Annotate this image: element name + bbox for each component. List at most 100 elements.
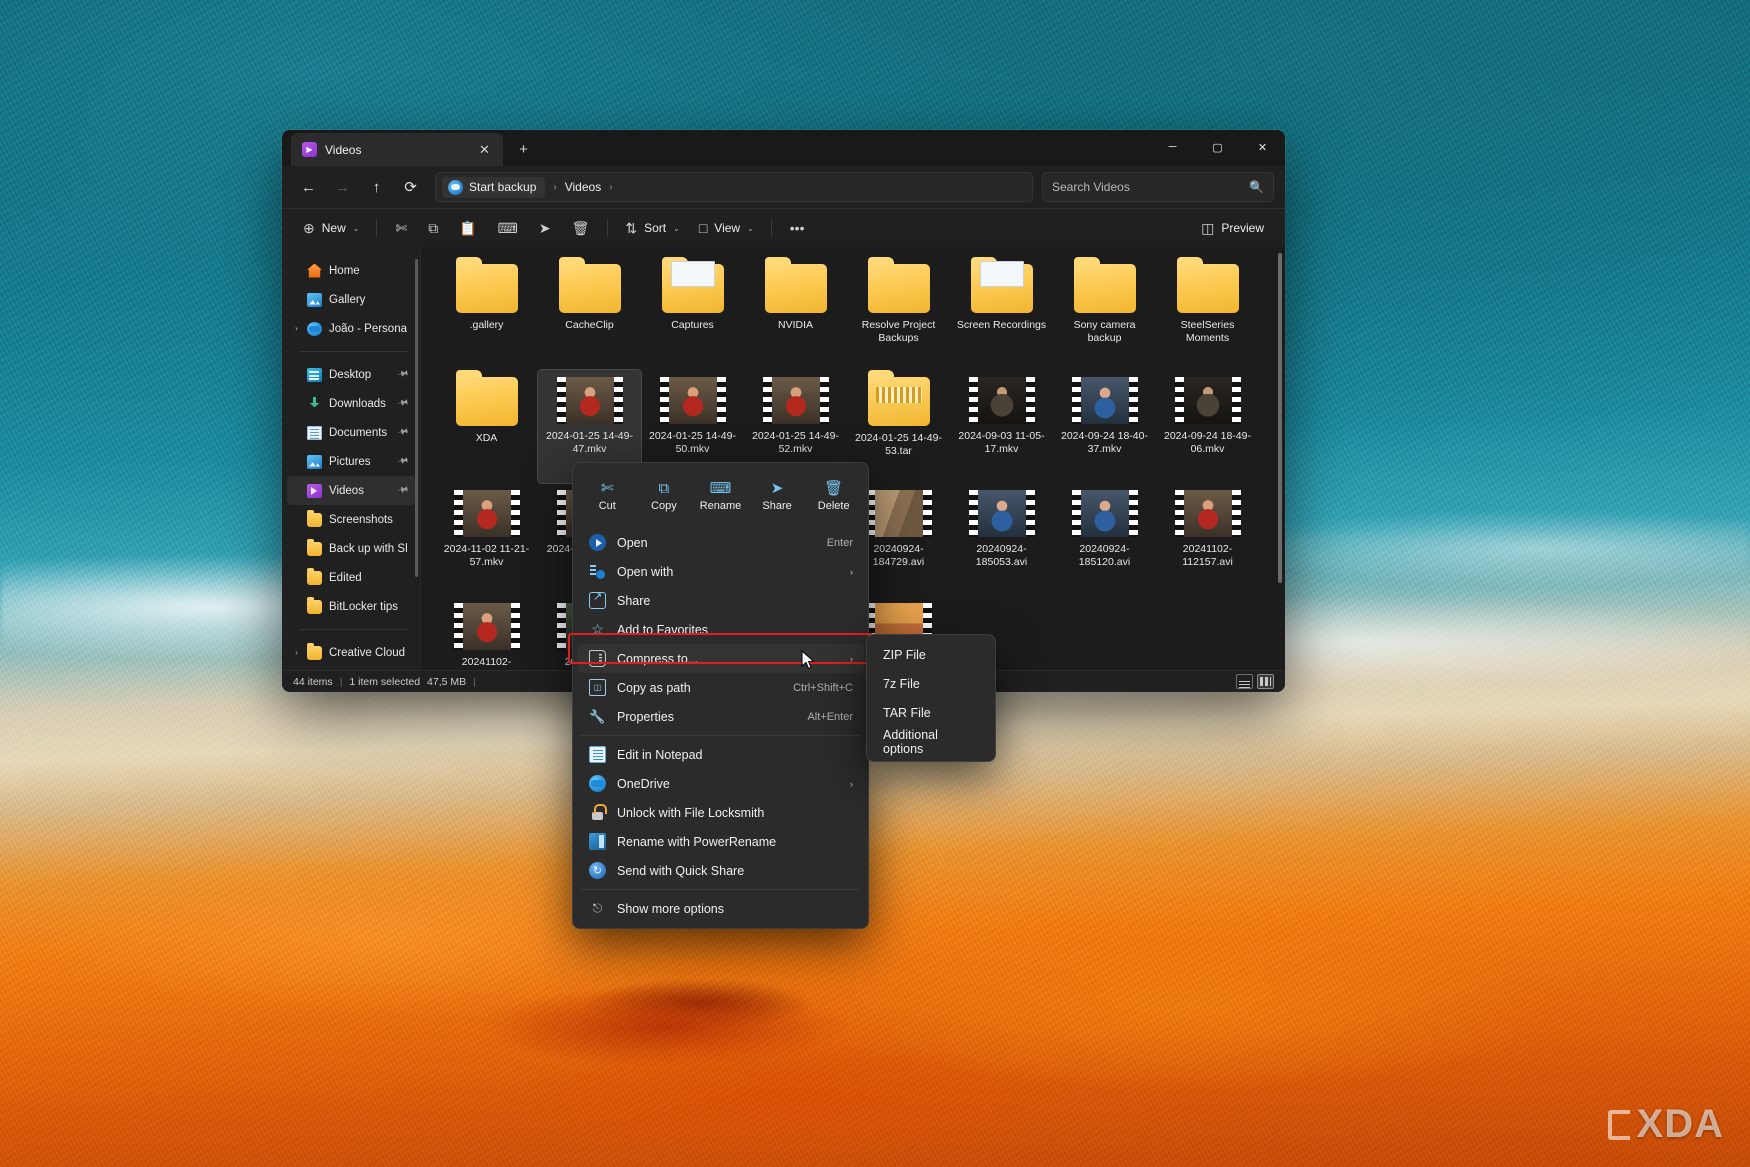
folder-icon bbox=[764, 257, 827, 313]
file-item[interactable]: CacheClip bbox=[538, 257, 641, 370]
file-item[interactable]: 2024-09-03 11-05-17.mkv bbox=[950, 370, 1053, 483]
sidebar-item-creative-cloud-i[interactable]: › Creative Cloud I bbox=[287, 638, 415, 667]
breadcrumb-item-start-backup[interactable]: Start backup bbox=[442, 176, 546, 198]
file-item[interactable]: 2024-09-24 18-40-37.mkv bbox=[1053, 370, 1156, 483]
sidebar-item-home[interactable]: Home bbox=[287, 256, 415, 285]
status-selection: 1 item selected bbox=[349, 675, 421, 688]
tab-videos[interactable]: ▶ Videos ✕ bbox=[291, 133, 503, 166]
chevron-right-icon[interactable]: › bbox=[291, 648, 302, 657]
share-icon: ➤ bbox=[538, 220, 551, 236]
new-tab-button[interactable]: + bbox=[511, 137, 536, 162]
context-menu-item-label: Share bbox=[617, 593, 651, 608]
context-menu-item-edit-in-notepad[interactable]: Edit in Notepad bbox=[577, 740, 864, 769]
file-item[interactable]: 2024-09-24 18-49-06.mkv bbox=[1156, 370, 1259, 483]
refresh-button[interactable]: ⟳ bbox=[395, 172, 426, 203]
context-menu-item-show-more-options[interactable]: ⎋ Show more options bbox=[577, 894, 864, 923]
context-copy-button[interactable]: ⧉ Copy bbox=[637, 472, 692, 521]
file-item[interactable]: Sony camera backup bbox=[1053, 257, 1156, 370]
context-menu-item-send-with-quick-share[interactable]: Send with Quick Share bbox=[577, 856, 864, 885]
submenu-item-additional-options[interactable]: Additional options bbox=[871, 727, 991, 756]
wrench-icon: 🔧 bbox=[589, 708, 606, 724]
sidebar-item-desktop[interactable]: Desktop 🖈 bbox=[287, 360, 415, 389]
context-menu-item-label: Add to Favorites bbox=[617, 622, 709, 637]
sidebar-item-documents[interactable]: Documents 🖈 bbox=[287, 418, 415, 447]
context-menu-item-open-with[interactable]: Open with › bbox=[577, 557, 864, 586]
details-view-toggle[interactable] bbox=[1236, 674, 1253, 689]
context-menu-item-add-to-favorites[interactable]: ☆ Add to Favorites bbox=[577, 615, 864, 644]
context-delete-button[interactable]: 🗑 Delete bbox=[806, 472, 861, 521]
submenu-item-zip-file[interactable]: ZIP File bbox=[871, 640, 991, 669]
file-item[interactable]: 20240924-185053.avi bbox=[950, 483, 1053, 596]
context-cut-button[interactable]: ✄ Cut bbox=[580, 472, 635, 521]
sidebar-item-label: Desktop bbox=[329, 368, 372, 381]
context-menu-item-compress-to[interactable]: Compress to... › bbox=[577, 644, 864, 673]
file-item[interactable]: .gallery bbox=[435, 257, 538, 370]
video-thumbnail bbox=[968, 490, 1035, 537]
share-button[interactable]: ➤ bbox=[529, 214, 561, 243]
video-thumbnail bbox=[1174, 377, 1241, 424]
file-item[interactable]: Screen Recordings bbox=[950, 257, 1053, 370]
more-options-button[interactable]: ••• bbox=[780, 214, 815, 243]
new-button[interactable]: ⊕ New ⌄ bbox=[294, 214, 368, 243]
context-menu-item-properties[interactable]: 🔧 Properties Alt+Enter bbox=[577, 702, 864, 731]
preview-button[interactable]: ◫ Preview bbox=[1192, 214, 1273, 243]
chevron-down-icon: ⌄ bbox=[352, 223, 360, 233]
sidebar-item-gallery[interactable]: Gallery bbox=[287, 285, 415, 314]
breadcrumb-item-videos[interactable]: Videos bbox=[565, 180, 601, 194]
file-item[interactable]: Resolve Project Backups bbox=[847, 257, 950, 370]
delete-button[interactable]: 🗑 bbox=[562, 214, 600, 243]
pin-icon: 🖈 bbox=[396, 424, 410, 439]
breadcrumb[interactable]: Start backup › Videos › bbox=[435, 172, 1033, 202]
chevron-right-icon[interactable]: › bbox=[291, 324, 302, 333]
context-menu-item-unlock-with-file-locksmith[interactable]: Unlock with File Locksmith bbox=[577, 798, 864, 827]
sidebar-scrollbar[interactable] bbox=[415, 259, 418, 577]
context-menu-item-copy-as-path[interactable]: ◫ Copy as path Ctrl+Shift+C bbox=[577, 673, 864, 702]
status-item-count: 44 items bbox=[293, 675, 333, 688]
sort-arrows-icon: ⇅ bbox=[625, 220, 638, 236]
back-button[interactable]: ← bbox=[293, 172, 324, 203]
context-share-button[interactable]: ➤ Share bbox=[750, 472, 805, 521]
up-button[interactable]: ↑ bbox=[361, 172, 392, 203]
copy-button[interactable]: ⧉ bbox=[418, 214, 448, 243]
sort-button[interactable]: ⇅ Sort ⌄ bbox=[616, 214, 688, 243]
context-menu-item-share[interactable]: Share bbox=[577, 586, 864, 615]
folder-icon bbox=[307, 567, 322, 585]
minimize-button[interactable]: ─ bbox=[1150, 130, 1195, 164]
sidebar-item-back-up-with-sh[interactable]: Back up with Sh bbox=[287, 534, 415, 563]
context-menu: ✄ Cut ⧉ Copy ⌨ Rename ➤ Share 🗑 Delete Open Enter O… bbox=[572, 462, 869, 929]
file-item[interactable]: 20240924-185120.avi bbox=[1053, 483, 1156, 596]
search-input[interactable]: Search Videos 🔍 bbox=[1042, 172, 1274, 202]
sidebar-item-videos[interactable]: Videos 🖈 bbox=[287, 476, 415, 505]
sidebar-item-jo-o-personal[interactable]: › João - Personal bbox=[287, 314, 415, 343]
file-item[interactable]: 2024-11-02 11-21-57.mkv bbox=[435, 483, 538, 596]
file-item[interactable]: 20241102-112157.avi bbox=[1156, 483, 1259, 596]
file-item[interactable]: SteelSeries Moments bbox=[1156, 257, 1259, 370]
file-item[interactable]: XDA bbox=[435, 370, 538, 483]
forward-button[interactable]: → bbox=[327, 172, 358, 203]
context-menu-item-rename-with-powerrename[interactable]: Rename with PowerRename bbox=[577, 827, 864, 856]
sidebar-item-edited[interactable]: Edited bbox=[287, 563, 415, 592]
thumbnail-view-toggle[interactable] bbox=[1257, 674, 1274, 689]
sidebar-item-pictures[interactable]: Pictures 🖈 bbox=[287, 447, 415, 476]
view-button[interactable]: □ View ⌄ bbox=[690, 214, 763, 243]
close-window-button[interactable]: ✕ bbox=[1240, 130, 1285, 164]
cut-button[interactable]: ✄ bbox=[385, 214, 417, 243]
sidebar-item-bitlocker-tips[interactable]: BitLocker tips bbox=[287, 592, 415, 621]
context-rename-button[interactable]: ⌨ Rename bbox=[693, 472, 748, 521]
file-list-scrollbar[interactable] bbox=[1278, 253, 1282, 583]
sidebar-item-screenshots[interactable]: Screenshots bbox=[287, 505, 415, 534]
context-menu-item-open[interactable]: Open Enter bbox=[577, 528, 864, 557]
submenu-item-7z-file[interactable]: 7z File bbox=[871, 669, 991, 698]
close-tab-icon[interactable]: ✕ bbox=[472, 137, 497, 162]
file-item[interactable]: 20241102-112203.avi bbox=[435, 596, 538, 670]
chevron-right-icon-2[interactable]: › bbox=[603, 182, 618, 193]
maximize-button[interactable]: ▢ bbox=[1195, 130, 1240, 164]
rename-button[interactable]: ⌨ bbox=[488, 214, 528, 243]
file-item[interactable]: Captures bbox=[641, 257, 744, 370]
file-item[interactable]: NVIDIA bbox=[744, 257, 847, 370]
submenu-item-tar-file[interactable]: TAR File bbox=[871, 698, 991, 727]
sidebar-item-downloads[interactable]: Downloads 🖈 bbox=[287, 389, 415, 418]
paste-button[interactable]: 📋 bbox=[449, 214, 486, 243]
folder-icon bbox=[661, 257, 724, 313]
context-menu-item-onedrive[interactable]: OneDrive › bbox=[577, 769, 864, 798]
